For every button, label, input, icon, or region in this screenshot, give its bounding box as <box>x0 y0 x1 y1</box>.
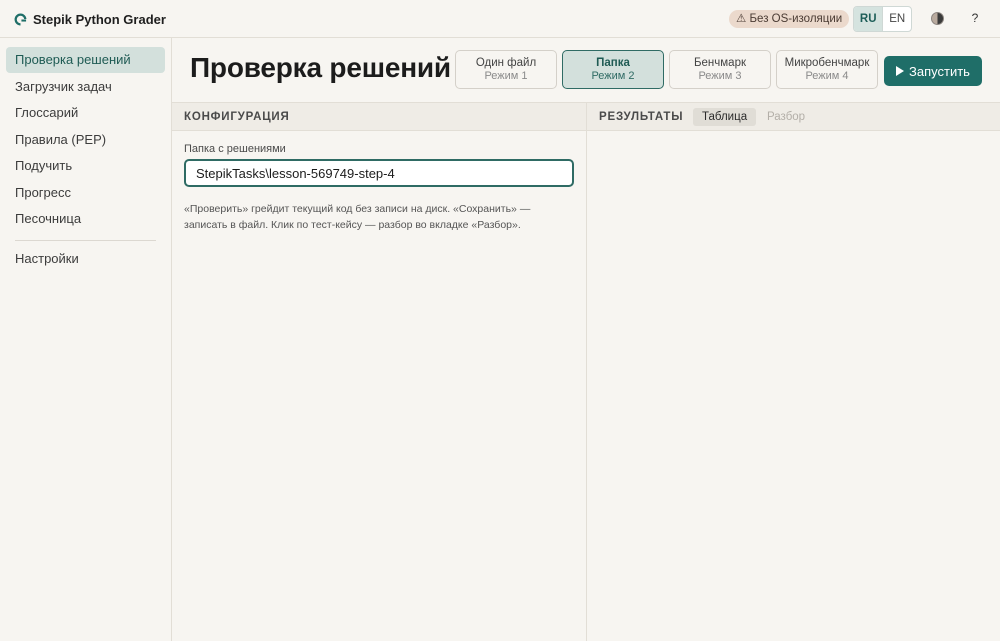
top-bar: Stepik Python Grader ⚠ Без OS-изоляции R… <box>0 0 1000 38</box>
folder-field-label: Папка с решениями <box>184 143 286 155</box>
language-ru-button[interactable]: RU <box>854 7 883 31</box>
page-title: Проверка решений <box>190 52 451 83</box>
logo-icon <box>14 13 27 26</box>
sidebar-divider <box>15 240 156 241</box>
folder-path-input[interactable] <box>184 159 574 187</box>
sidebar-item-pep-rules[interactable]: Правила (PEP) <box>6 127 165 153</box>
tab-table[interactable]: Таблица <box>693 108 757 126</box>
mode-single-file-button[interactable]: Один файл Режим 1 <box>455 50 557 89</box>
mode-number: Режим 3 <box>698 70 742 82</box>
mode-number: Режим 1 <box>484 70 528 82</box>
mode-name: Бенчмарк <box>693 57 746 69</box>
config-help-text: «Проверить» грейдит текущий код без запи… <box>184 203 531 231</box>
mode-microbenchmark-button[interactable]: Микробенчмарк Режим 4 <box>776 50 878 89</box>
language-switcher: RU EN <box>853 6 912 32</box>
run-button-label: Запустить <box>909 63 970 79</box>
results-panel-header: РЕЗУЛЬТАТЫ Таблица Разбор <box>587 103 1000 131</box>
app-title: Stepik Python Grader <box>33 11 166 27</box>
config-panel: КОНФИГУРАЦИЯ Папка с решениями «Проверит… <box>172 103 587 641</box>
mode-name: Папка <box>596 57 630 69</box>
brand: Stepik Python Grader <box>14 10 166 28</box>
run-button[interactable]: Запустить <box>884 56 982 86</box>
mode-number: Режим 2 <box>591 70 635 82</box>
config-panel-title: КОНФИГУРАЦИЯ <box>184 111 290 123</box>
sidebar-item-solution-check[interactable]: Проверка решений <box>6 47 165 73</box>
mode-name: Один файл <box>475 57 537 69</box>
theme-toggle-icon[interactable] <box>931 12 944 25</box>
help-button[interactable]: ? <box>968 11 982 27</box>
sidebar-item-glossary[interactable]: Глоссарий <box>6 100 165 126</box>
sidebar-item-progress[interactable]: Прогресс <box>6 180 165 206</box>
sidebar-item-sandbox[interactable]: Песочница <box>6 206 165 232</box>
results-panel: РЕЗУЛЬТАТЫ Таблица Разбор <box>587 103 1000 641</box>
sidebar-item-task-loader[interactable]: Загрузчик задач <box>6 74 165 100</box>
language-en-button[interactable]: EN <box>882 7 911 31</box>
tab-analysis[interactable]: Разбор <box>758 108 814 126</box>
os-isolation-warning-badge: ⚠ Без OS-изоляции <box>729 10 850 28</box>
config-panel-header: КОНФИГУРАЦИЯ <box>172 103 586 131</box>
mode-folder-button[interactable]: Папка Режим 2 <box>562 50 664 89</box>
results-panel-title: РЕЗУЛЬТАТЫ <box>599 111 684 123</box>
sidebar-item-settings[interactable]: Настройки <box>6 246 165 272</box>
play-icon <box>896 66 905 76</box>
mode-number: Режим 4 <box>805 70 849 82</box>
mode-name: Микробенчмарк <box>784 57 870 69</box>
sidebar-item-study[interactable]: Подучить <box>6 153 165 179</box>
mode-benchmark-button[interactable]: Бенчмарк Режим 3 <box>669 50 771 89</box>
sidebar: Проверка решений Загрузчик задач Глоссар… <box>0 38 172 641</box>
